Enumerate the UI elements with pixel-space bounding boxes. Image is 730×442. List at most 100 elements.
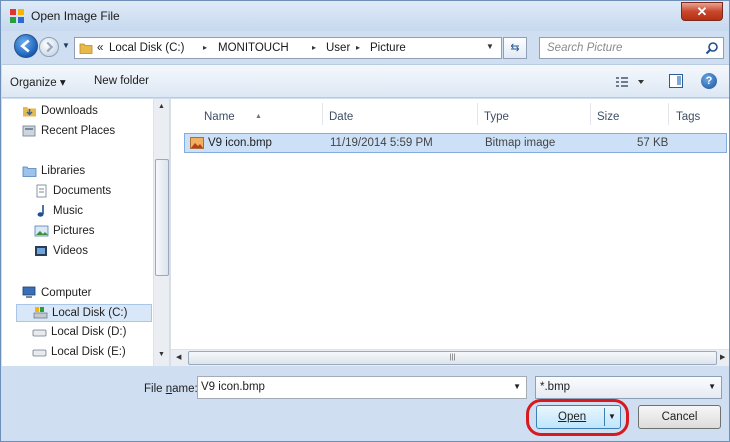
search-input[interactable]: Search Picture — [547, 42, 622, 54]
organize-menu-button[interactable]: Organize ▾ — [10, 75, 66, 89]
split-divider — [604, 408, 605, 426]
new-folder-button[interactable]: New folder — [94, 75, 149, 87]
column-header-name[interactable]: Name ▲ — [204, 111, 262, 123]
forward-arrow-icon — [46, 41, 54, 53]
search-box[interactable]: Search Picture — [539, 37, 724, 59]
drive-icon — [33, 307, 48, 319]
refresh-icon: ⇆ — [510, 42, 520, 54]
scrollbar-thumb[interactable]: ||| — [188, 351, 717, 365]
downloads-icon — [23, 107, 36, 117]
tree-item-label: Pictures — [53, 225, 95, 237]
tree-item-local-disk-e[interactable]: Local Disk (E:) — [32, 344, 150, 362]
scroll-left-icon[interactable]: ◀ — [176, 353, 181, 361]
column-divider[interactable] — [590, 103, 591, 125]
breadcrumb-monitouch[interactable]: MONITOUCH — [218, 42, 289, 54]
column-header-date[interactable]: Date — [329, 111, 353, 123]
bitmap-file-icon — [190, 137, 204, 149]
file-name-field[interactable]: V9 icon.bmp ▼ — [197, 376, 527, 399]
tree-item-label: Libraries — [41, 165, 86, 177]
tree-item-recent-places[interactable]: Recent Places — [22, 123, 150, 141]
column-divider[interactable] — [322, 103, 323, 125]
recent-locations-dropdown[interactable]: ▼ — [62, 41, 70, 50]
open-button[interactable]: Open ▼ — [536, 405, 621, 429]
tree-item-libraries[interactable]: Libraries — [22, 163, 150, 181]
tree-item-label: Videos — [53, 245, 88, 257]
tree-item-downloads[interactable]: Downloads — [22, 103, 150, 121]
breadcrumb-user[interactable]: User — [326, 42, 350, 54]
back-arrow-icon — [20, 39, 30, 53]
preview-pane-icon[interactable] — [669, 74, 683, 88]
column-header-type[interactable]: Type — [484, 111, 509, 123]
file-name-value[interactable]: V9 icon.bmp — [201, 381, 265, 393]
file-size: 57 KB — [637, 137, 669, 149]
breadcrumb-local-disk-c[interactable]: Local Disk (C:) — [109, 42, 184, 54]
cancel-button[interactable]: Cancel — [638, 405, 721, 429]
tree-item-label: Local Disk (C:) — [52, 307, 128, 319]
pictures-icon — [34, 225, 49, 237]
file-row[interactable]: V9 icon.bmp 11/19/2014 5:59 PM Bitmap im… — [184, 133, 727, 153]
tree-item-local-disk-c[interactable]: Local Disk (C:) — [16, 304, 152, 322]
navigation-vertical-scrollbar[interactable]: ▲ ▼ — [153, 99, 169, 366]
computer-icon — [22, 286, 36, 298]
tree-item-label: Documents — [53, 185, 112, 197]
column-header-size[interactable]: Size — [597, 111, 619, 123]
command-toolbar: Organize ▾ New folder ? — [2, 64, 729, 98]
help-icon[interactable]: ? — [701, 73, 717, 89]
chevron-down-icon[interactable]: ▼ — [708, 382, 716, 391]
refresh-button[interactable]: ⇆ — [503, 37, 527, 59]
documents-icon — [36, 184, 47, 198]
column-header-tags[interactable]: Tags — [676, 111, 700, 123]
forward-button[interactable] — [39, 37, 59, 57]
file-type-value: *.bmp — [540, 381, 571, 393]
title-bar[interactable]: Open Image File ✕ — [1, 1, 729, 31]
navigation-pane[interactable]: Downloads Recent Places Libraries Docume… — [2, 99, 169, 366]
breadcrumb-separator-icon[interactable]: ▸ — [312, 43, 316, 52]
tree-item-pictures[interactable]: Pictures — [34, 223, 150, 241]
navigation-bar: ▼ « Local Disk (C:) ▸ MONITOUCH ▸ User ▸… — [1, 31, 729, 63]
tree-item-documents[interactable]: Documents — [34, 183, 150, 201]
file-list-horizontal-scrollbar[interactable]: ◀ ||| ▶ — [171, 349, 729, 366]
address-dropdown-icon[interactable]: ▼ — [486, 42, 494, 51]
music-icon — [37, 205, 44, 217]
breadcrumb-separator-icon[interactable]: ▸ — [356, 43, 360, 52]
tree-item-label: Local Disk (E:) — [51, 346, 126, 358]
address-bar[interactable]: « Local Disk (C:) ▸ MONITOUCH ▸ User ▸ P… — [74, 37, 502, 59]
column-divider[interactable] — [477, 103, 478, 125]
file-type-select[interactable]: *.bmp ▼ — [535, 376, 722, 399]
file-type: Bitmap image — [485, 137, 556, 149]
folder-icon — [79, 43, 93, 54]
column-divider[interactable] — [668, 103, 669, 125]
chevron-down-icon[interactable]: ▼ — [608, 412, 616, 421]
videos-icon — [35, 246, 47, 256]
file-date: 11/19/2014 5:59 PM — [330, 137, 433, 149]
scrollbar-thumb[interactable] — [155, 159, 169, 276]
app-icon — [10, 9, 24, 23]
libraries-icon — [22, 166, 37, 177]
tree-item-computer[interactable]: Computer — [22, 285, 150, 303]
file-name-label: File name: — [144, 383, 198, 395]
open-image-file-dialog: Open Image File ✕ ▼ « Local Disk (C:) ▸ … — [0, 0, 730, 442]
tree-item-label: Computer — [41, 287, 92, 299]
sort-ascending-icon: ▲ — [255, 113, 262, 120]
breadcrumb-separator-icon[interactable]: ▸ — [203, 43, 207, 52]
tree-item-videos[interactable]: Videos — [34, 243, 150, 261]
tree-item-label: Music — [53, 205, 84, 217]
address-overflow-icon[interactable]: « — [97, 42, 103, 54]
change-view-icon[interactable] — [614, 74, 650, 90]
window-title: Open Image File — [31, 9, 120, 23]
close-button[interactable]: ✕ — [681, 2, 723, 21]
drive-icon — [32, 329, 47, 337]
back-button[interactable] — [14, 34, 38, 58]
breadcrumb-picture[interactable]: Picture — [370, 42, 406, 54]
scroll-down-icon[interactable]: ▼ — [158, 351, 165, 358]
tree-item-local-disk-d[interactable]: Local Disk (D:) — [32, 324, 150, 342]
close-icon: ✕ — [696, 4, 708, 19]
file-list-pane[interactable]: Name ▲ Date Type Size Tags V9 icon.bmp 1… — [170, 99, 729, 366]
chevron-down-icon[interactable]: ▼ — [513, 382, 521, 391]
scroll-right-icon[interactable]: ▶ — [720, 353, 725, 361]
scroll-up-icon[interactable]: ▲ — [158, 103, 165, 110]
search-icon[interactable] — [705, 41, 719, 55]
file-name: V9 icon.bmp — [208, 137, 272, 149]
tree-item-label: Downloads — [41, 105, 98, 117]
tree-item-music[interactable]: Music — [34, 203, 150, 221]
